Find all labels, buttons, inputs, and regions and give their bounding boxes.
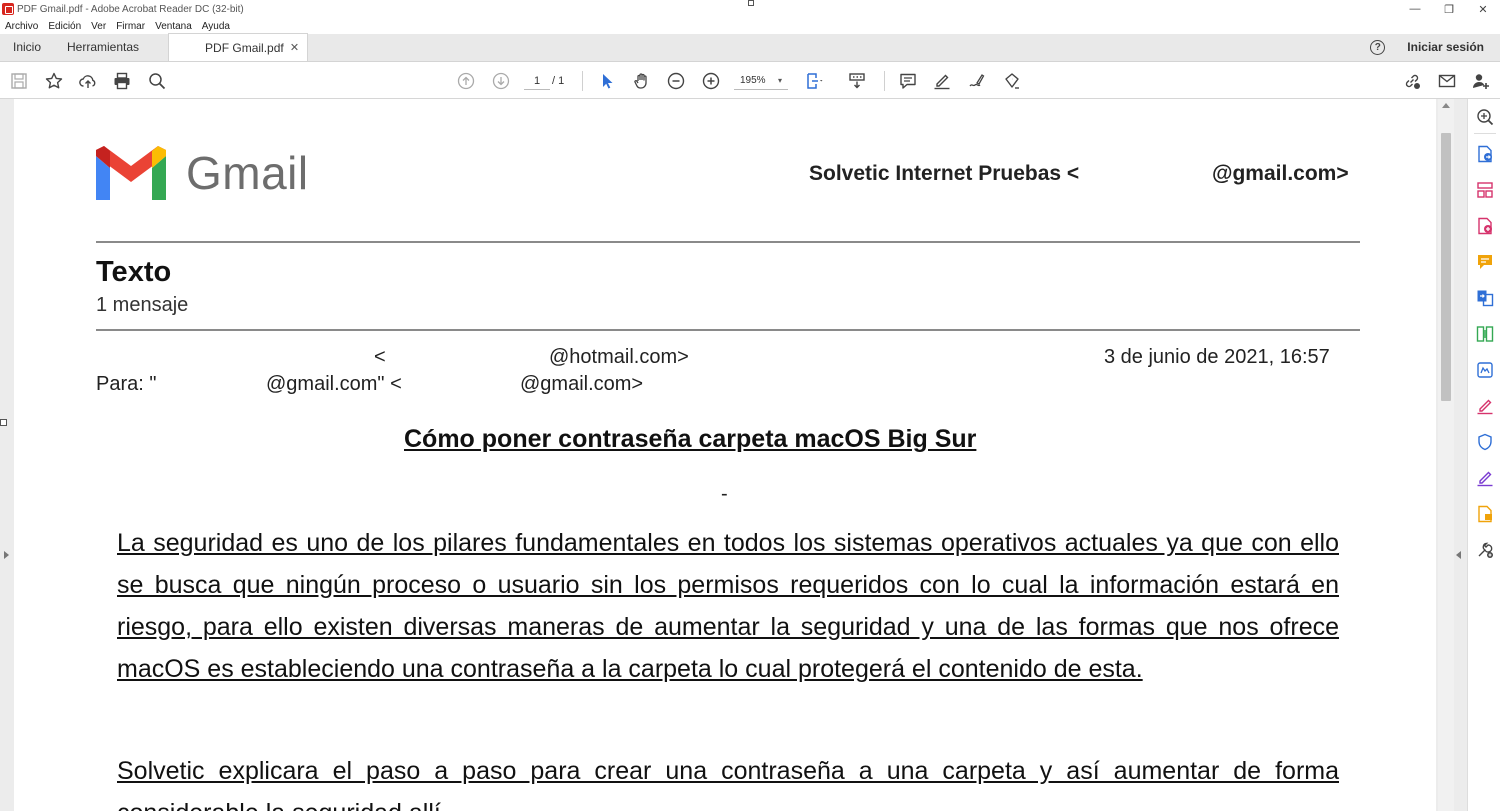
minimize-button[interactable]: — [1398, 0, 1432, 18]
email-subject: Texto [96, 256, 172, 288]
fit-page-icon[interactable] [804, 70, 826, 92]
menu-ventana[interactable]: Ventana [150, 21, 197, 32]
tab-herramientas[interactable]: Herramientas [54, 33, 152, 61]
left-panel-toggle-icon[interactable] [4, 551, 9, 559]
toolbar-separator [884, 71, 885, 91]
pdf-page: Gmail Solvetic Internet Pruebas < @gmail… [14, 99, 1436, 811]
window-title: PDF Gmail.pdf - Adobe Acrobat Reader DC … [17, 3, 244, 15]
gmail-logo: Gmail [96, 146, 309, 200]
highlight-pen-icon[interactable] [931, 70, 953, 92]
scroll-up-arrow-icon[interactable] [1442, 103, 1450, 108]
tab-inicio[interactable]: Inicio [0, 33, 54, 61]
comment-tool-icon[interactable] [1476, 253, 1494, 271]
vertical-scrollbar[interactable] [1438, 99, 1454, 811]
menu-archivo[interactable]: Archivo [0, 21, 43, 32]
tab-close-icon[interactable]: ✕ [290, 41, 299, 54]
message-count: 1 mensaje [96, 294, 189, 316]
separator-dash: - [721, 483, 728, 505]
window-controls: — ❐ ✕ [1398, 0, 1500, 18]
page-total: / 1 [552, 75, 565, 87]
share-link-icon[interactable] [1401, 70, 1423, 92]
resize-handle-top[interactable] [748, 0, 754, 6]
gmail-logo-text: Gmail [186, 147, 309, 199]
draw-icon[interactable] [966, 70, 988, 92]
divider [96, 241, 1360, 243]
zoom-level-dropdown[interactable]: 195% ▾ [734, 72, 788, 90]
create-pdf-icon[interactable] [1476, 217, 1494, 235]
menu-ver[interactable]: Ver [86, 21, 111, 32]
protect-shield-icon[interactable] [1476, 433, 1494, 451]
panel-separator [1474, 133, 1496, 134]
body-paragraph-2: Solvetic explicara el paso a paso para c… [117, 757, 1339, 811]
scroll-thumb[interactable] [1441, 133, 1451, 401]
request-signature-icon[interactable] [1476, 469, 1494, 487]
menu-bar: Archivo Edición Ver Firmar Ventana Ayuda [0, 18, 1500, 34]
document-viewport[interactable]: Gmail Solvetic Internet Pruebas < @gmail… [0, 99, 1467, 811]
compress-pdf-icon[interactable] [1476, 325, 1494, 343]
comment-icon[interactable] [897, 70, 919, 92]
hand-tool-icon[interactable] [631, 70, 653, 92]
more-tools-icon[interactable] [1476, 541, 1494, 559]
chevron-down-icon: ▾ [777, 76, 782, 85]
email-date: 3 de junio de 2021, 16:57 [1104, 346, 1330, 368]
acrobat-app-icon [2, 3, 14, 15]
to-address-2: @gmail.com> [520, 373, 644, 395]
account-domain: @gmail.com> [1212, 162, 1349, 185]
scroll-mode-icon[interactable] [846, 70, 868, 92]
fill-sign-tool-icon[interactable] [1476, 397, 1494, 415]
from-open-bracket: < [374, 346, 386, 368]
article-heading: Cómo poner contraseña carpeta macOS Big … [404, 425, 977, 453]
export-pdf-icon[interactable] [1476, 145, 1494, 163]
fill-sign-icon[interactable] [1001, 70, 1023, 92]
right-panel-toggle-icon[interactable] [1456, 551, 1461, 559]
print-icon[interactable] [111, 70, 133, 92]
tab-document[interactable]: PDF Gmail.pdf ✕ [168, 33, 309, 61]
tab-document-label: PDF Gmail.pdf [205, 40, 284, 55]
help-icon[interactable]: ? [1370, 39, 1386, 55]
gmail-m-icon [96, 146, 166, 200]
email-icon[interactable] [1436, 70, 1458, 92]
divider [96, 329, 1360, 331]
zoom-out-icon[interactable] [665, 70, 687, 92]
edit-pdf-icon[interactable] [1476, 361, 1494, 379]
enhance-scan-icon[interactable] [1476, 108, 1494, 126]
toolbar-separator [582, 71, 583, 91]
close-window-button[interactable]: ✕ [1466, 0, 1500, 18]
menu-ayuda[interactable]: Ayuda [197, 21, 235, 32]
zoom-in-icon[interactable] [700, 70, 722, 92]
send-review-icon[interactable] [1476, 505, 1494, 523]
resize-handle-left[interactable] [0, 419, 7, 426]
previous-page-icon[interactable] [455, 70, 477, 92]
find-zoom-icon[interactable] [146, 70, 168, 92]
to-address-1: @gmail.com" < [266, 373, 402, 395]
star-icon[interactable] [43, 70, 65, 92]
zoom-level-value: 195% [740, 75, 766, 86]
to-label: Para: " [96, 373, 157, 395]
save-icon[interactable] [8, 70, 30, 92]
organize-pages-icon[interactable] [1476, 181, 1494, 199]
body-paragraph-1: La seguridad es uno de los pilares funda… [117, 529, 1339, 683]
right-tools-panel [1467, 99, 1500, 811]
main-toolbar: 1 / 1 195% ▾ [0, 62, 1500, 99]
upload-cloud-icon[interactable] [77, 70, 99, 92]
restore-button[interactable]: ❐ [1432, 0, 1466, 18]
tab-bar: Inicio Herramientas PDF Gmail.pdf ✕ ? In… [0, 33, 1500, 62]
menu-firmar[interactable]: Firmar [111, 21, 150, 32]
page-number-input[interactable]: 1 [524, 72, 550, 90]
add-person-icon[interactable] [1470, 70, 1492, 92]
select-cursor-icon[interactable] [596, 70, 618, 92]
tab-bar-right: ? Iniciar sesión [1370, 33, 1500, 61]
account-name: Solvetic Internet Pruebas < [809, 162, 1080, 185]
combine-files-icon[interactable] [1476, 289, 1494, 307]
menu-edicion[interactable]: Edición [43, 21, 86, 32]
signin-button[interactable]: Iniciar sesión [1407, 40, 1484, 54]
from-address: @hotmail.com> [549, 346, 689, 368]
next-page-icon[interactable] [490, 70, 512, 92]
